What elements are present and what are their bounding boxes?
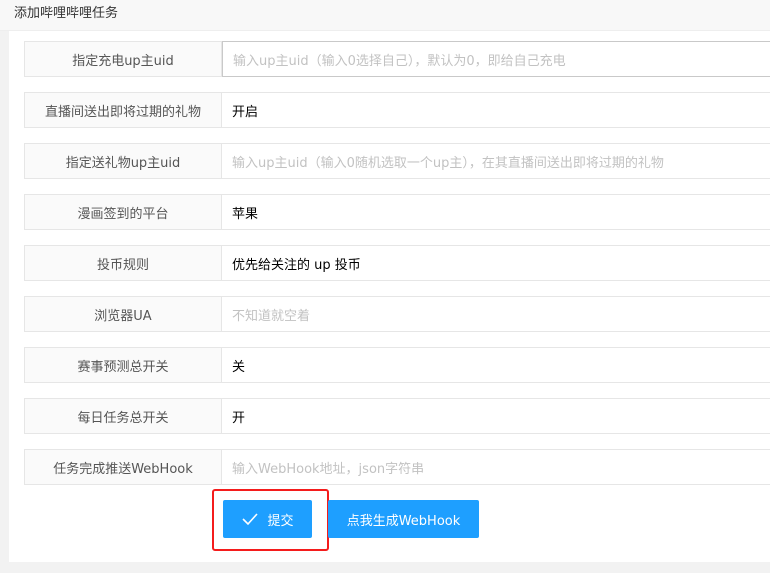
form-row: 每日任务总开关 开: [24, 398, 770, 434]
field-label: 指定送礼物up主uid: [24, 143, 222, 179]
field-input[interactable]: 优先给关注的 up 投币: [222, 245, 770, 281]
page-header: 添加哔哩哔哩任务: [0, 0, 770, 31]
form-row: 任务完成推送WebHook 输入WebHook地址，json字符串: [24, 449, 770, 485]
field-label: 指定充电up主uid: [24, 41, 222, 77]
field-input[interactable]: 开启: [222, 92, 770, 128]
check-icon: [242, 513, 259, 526]
field-label: 赛事预测总开关: [24, 347, 222, 383]
form-row: 直播间送出即将过期的礼物 开启: [24, 92, 770, 128]
form-row: 指定充电up主uid 输入up主uid（输入0选择自己），默认为0，即给自己充电: [24, 41, 770, 77]
field-input[interactable]: 输入WebHook地址，json字符串: [222, 449, 770, 485]
submit-button[interactable]: 提交: [223, 500, 312, 538]
field-input[interactable]: 输入up主uid（输入0选择自己），默认为0，即给自己充电: [222, 41, 770, 77]
field-label: 投币规则: [24, 245, 222, 281]
form-row: 赛事预测总开关 关: [24, 347, 770, 383]
generate-webhook-button[interactable]: 点我生成WebHook: [328, 500, 479, 538]
field-label: 漫画签到的平台: [24, 194, 222, 230]
field-label: 直播间送出即将过期的礼物: [24, 92, 222, 128]
field-input[interactable]: 开: [222, 398, 770, 434]
field-input[interactable]: 苹果: [222, 194, 770, 230]
form-row: 浏览器UA 不知道就空着: [24, 296, 770, 332]
field-input[interactable]: 关: [222, 347, 770, 383]
form-row: 投币规则 优先给关注的 up 投币: [24, 245, 770, 281]
field-input[interactable]: 不知道就空着: [222, 296, 770, 332]
page-title: 添加哔哩哔哩任务: [14, 6, 119, 21]
field-label: 浏览器UA: [24, 296, 222, 332]
form-row: 漫画签到的平台 苹果: [24, 194, 770, 230]
field-input[interactable]: 输入up主uid（输入0随机选取一个up主），在其直播间送出即将过期的礼物: [222, 143, 770, 179]
field-label: 任务完成推送WebHook: [24, 449, 222, 485]
submit-label: 提交: [267, 513, 294, 529]
form-row: 指定送礼物up主uid 输入up主uid（输入0随机选取一个up主），在其直播间…: [24, 143, 770, 179]
field-label: 每日任务总开关: [24, 398, 222, 434]
webhook-label: 点我生成WebHook: [346, 513, 461, 529]
